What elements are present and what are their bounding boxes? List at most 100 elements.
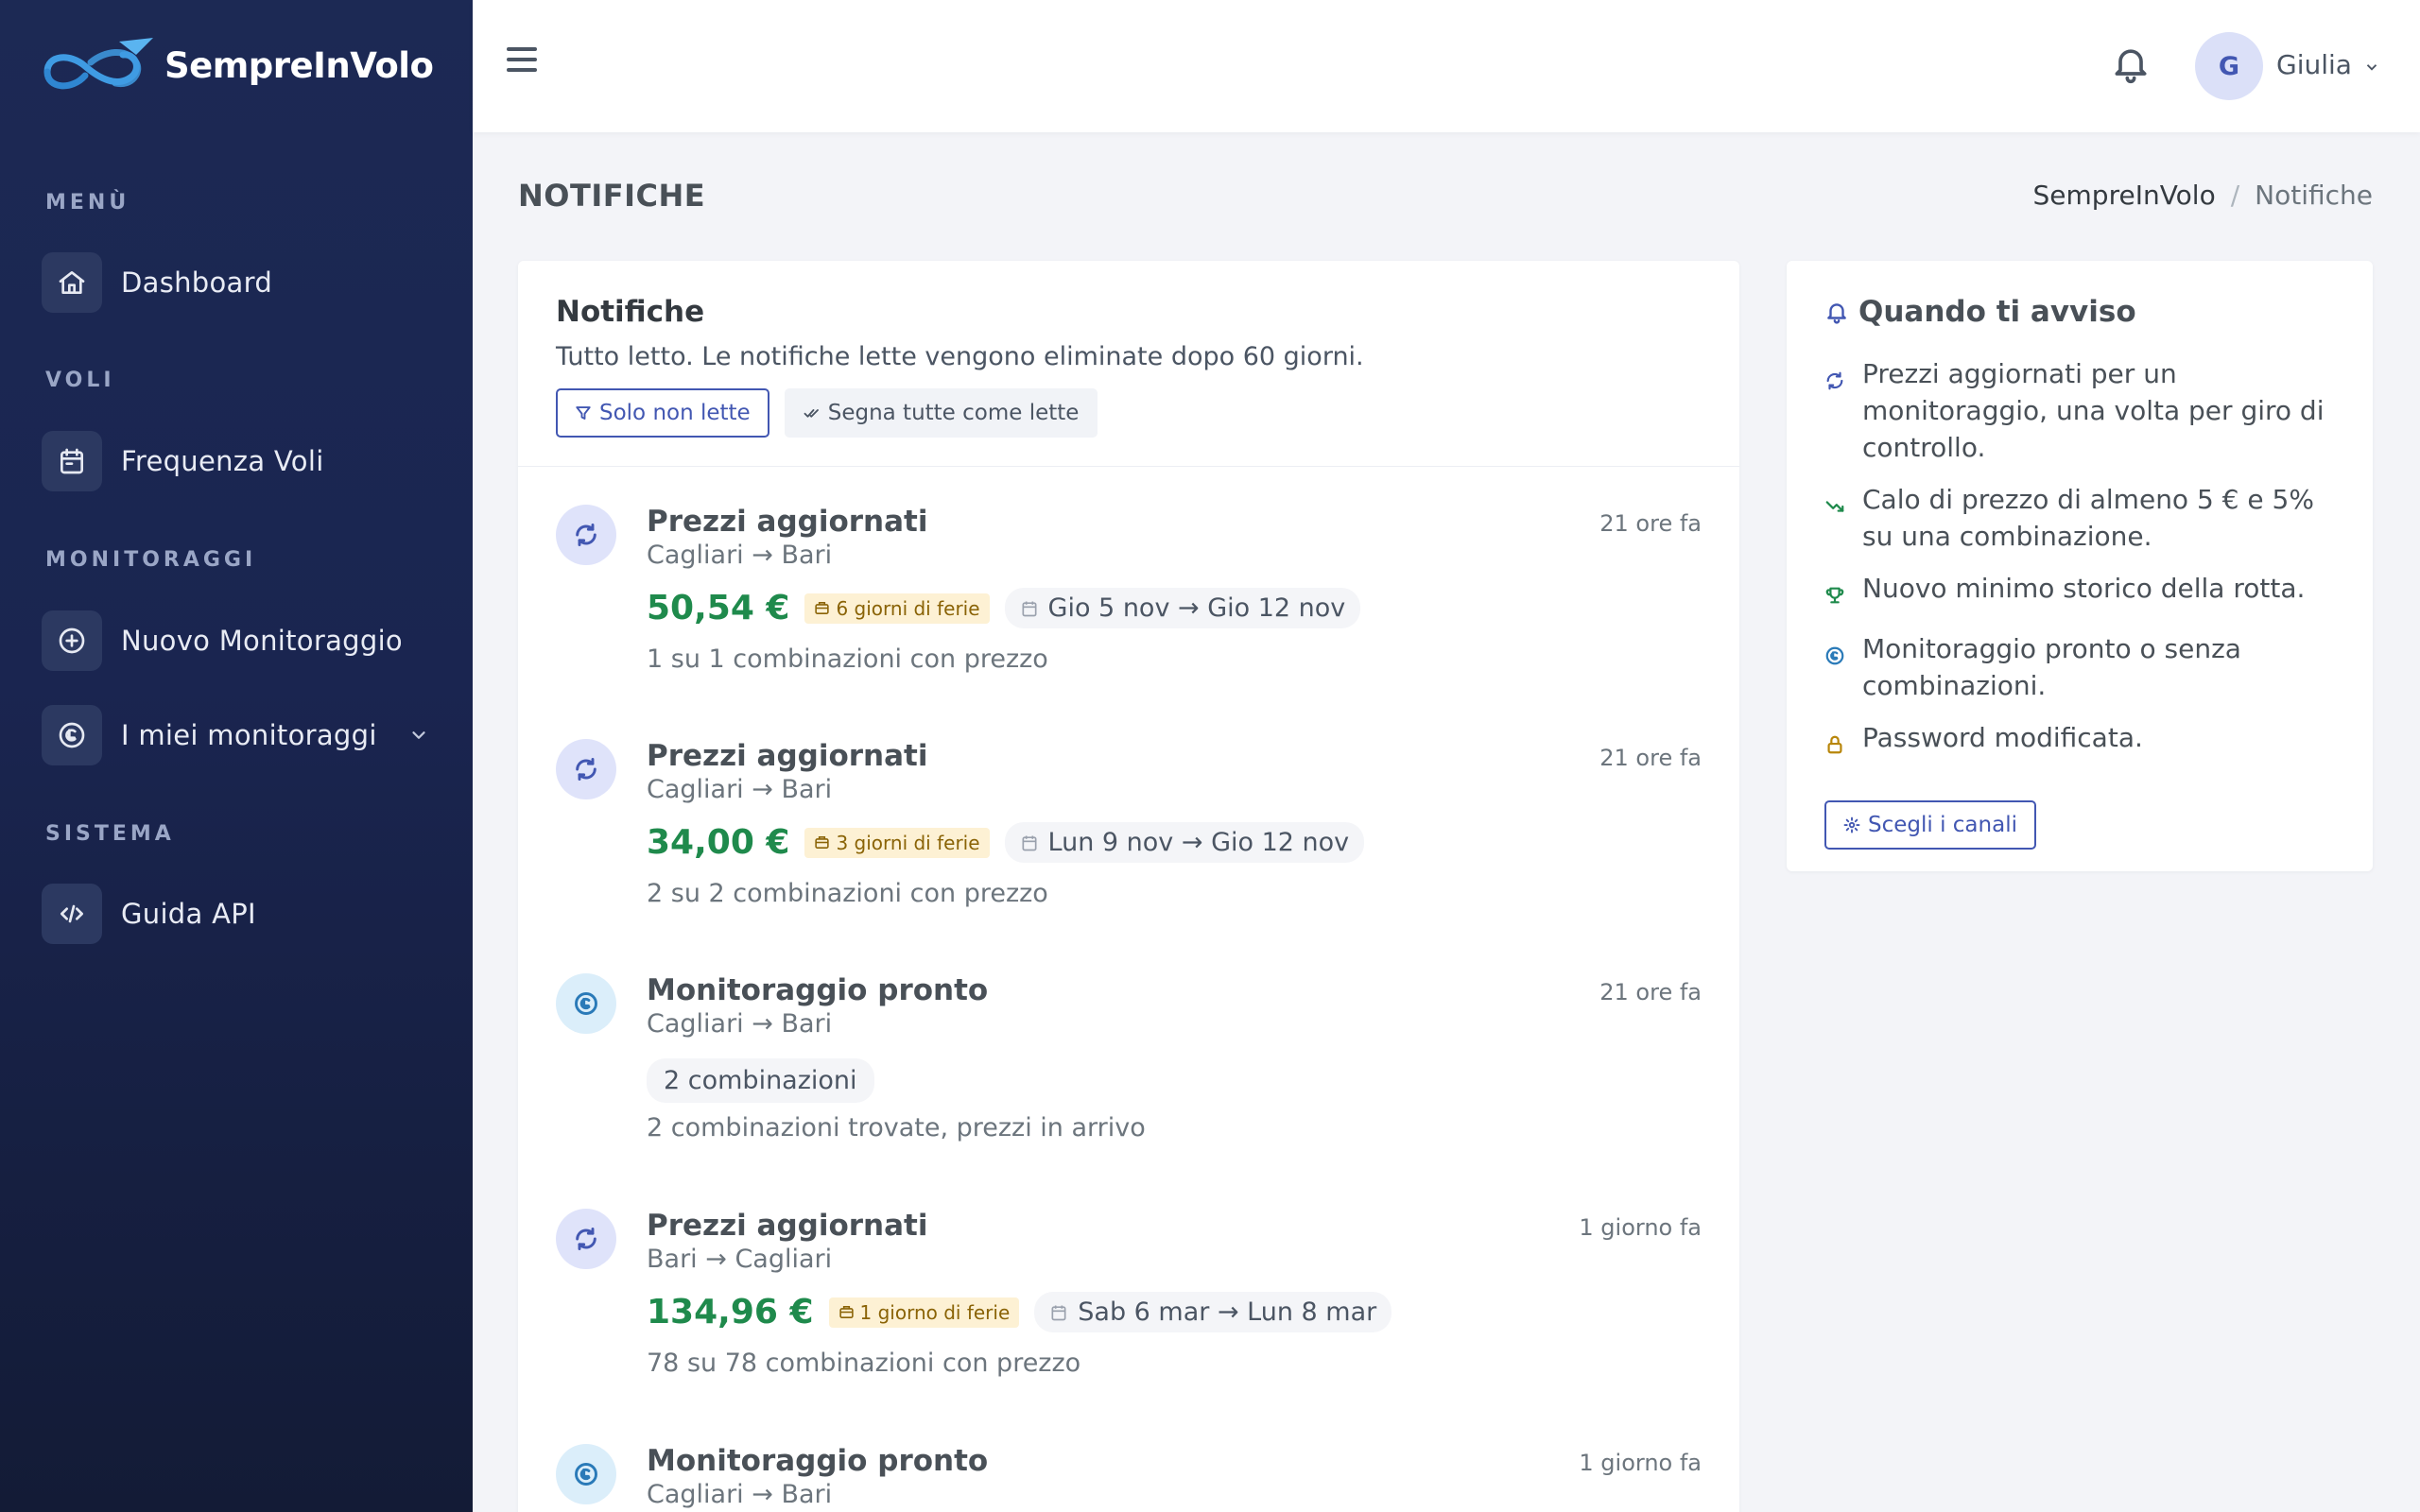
calendar-icon	[1051, 1305, 1066, 1320]
notification-time: 21 ore fa	[1599, 510, 1702, 537]
calendar-icon	[42, 431, 102, 491]
bell-icon	[1827, 303, 1846, 324]
sidebar-item-guida-api[interactable]: Guida API	[42, 883, 429, 945]
notification-price: 34,00 €	[647, 823, 790, 862]
notifications-card-header: Notifiche Tutto letto. Le notifiche lett…	[518, 261, 1739, 467]
date-range-pill: Sab 6 mar → Lun 8 mar	[1034, 1292, 1392, 1332]
alert-rule-text: Password modificata.	[1862, 722, 2143, 753]
notification-title: Monitoraggio pronto	[647, 973, 989, 1007]
monitor-icon	[1824, 630, 1845, 704]
sidebar-item-nuovo-monitoraggio[interactable]: Nuovo Monitoraggio	[42, 610, 429, 672]
lock-icon	[1824, 719, 1845, 765]
filter-unread-button[interactable]: Solo non lette	[556, 388, 769, 438]
monitor-icon	[556, 973, 616, 1034]
combinations-pill: 2 combinazioni	[647, 1058, 874, 1103]
alert-rule-text: Monitoraggio pronto o senza combinazioni…	[1862, 633, 2241, 701]
nav-section-voli: VOLI	[45, 369, 115, 392]
alert-rule-text: Calo di prezzo di almeno 5 € e 5% su una…	[1862, 484, 2314, 552]
date-range-label: Sab 6 mar → Lun 8 mar	[1078, 1297, 1377, 1327]
hamburger-menu-icon[interactable]	[507, 47, 537, 76]
alert-rule-item: Calo di prezzo di almeno 5 € e 5% su una…	[1824, 481, 2335, 555]
briefcase-icon	[815, 836, 830, 849]
choose-channels-label: Scegli i canali	[1868, 813, 2017, 837]
notification-route: Cagliari → Bari	[647, 1009, 833, 1039]
refresh-icon	[1824, 355, 1845, 466]
home-icon	[42, 252, 102, 313]
briefcase-icon	[815, 602, 830, 614]
alert-rule-text: Nuovo minimo storico della rotta.	[1862, 573, 2306, 604]
sidebar-item-miei-monitoraggi[interactable]: I miei monitoraggi	[42, 704, 429, 766]
filter-unread-label: Solo non lette	[599, 401, 751, 425]
ferie-badge: 3 giorni di ferie	[804, 827, 990, 858]
chevron-down-icon[interactable]	[2363, 59, 2380, 76]
chevron-down-icon[interactable]	[408, 725, 429, 746]
nav-section-menu: MENÙ	[45, 191, 130, 215]
ferie-badge-label: 3 giorni di ferie	[836, 831, 980, 854]
notification-title: Prezzi aggiornati	[647, 1209, 928, 1243]
mark-all-read-button[interactable]: Segna tutte come lette	[784, 388, 1098, 438]
alert-rule-item: Prezzi aggiornati per un monitoraggio, u…	[1824, 355, 2335, 466]
infinity-plane-logo-icon	[43, 38, 153, 90]
nav-section-sistema: SISTEMA	[45, 822, 175, 846]
date-range-label: Gio 5 nov → Gio 12 nov	[1047, 593, 1346, 623]
nav-section-monitoraggi: MONITORAGGI	[45, 548, 257, 572]
alert-rule-text: Prezzi aggiornati per un monitoraggio, u…	[1862, 358, 2325, 463]
bell-icon[interactable]	[2110, 42, 2152, 85]
card-title: Notifiche	[556, 295, 705, 329]
topbar: G Giulia	[473, 0, 2420, 132]
choose-channels-button[interactable]: Scegli i canali	[1824, 800, 2036, 850]
trend-down-icon	[1824, 481, 1845, 555]
notification-time: 21 ore fa	[1599, 979, 1702, 1005]
notification-time: 21 ore fa	[1599, 745, 1702, 771]
refresh-icon	[556, 739, 616, 799]
sidebar-item-dashboard[interactable]: Dashboard	[42, 251, 429, 314]
card-subtitle: Tutto letto. Le notifiche lette vengono …	[556, 342, 1364, 371]
avatar[interactable]: G	[2195, 32, 2263, 100]
sidebar-item-label: Nuovo Monitoraggio	[121, 625, 403, 657]
notifications-card: Notifiche Tutto letto. Le notifiche lett…	[518, 261, 1739, 1512]
ferie-badge-label: 1 giorno di ferie	[859, 1300, 1011, 1324]
notification-route: Cagliari → Bari	[647, 541, 833, 570]
date-range-pill: Gio 5 nov → Gio 12 nov	[1004, 588, 1361, 628]
ferie-badge: 6 giorni di ferie	[804, 593, 990, 624]
notification-title: Prezzi aggiornati	[647, 505, 928, 539]
trophy-icon	[1824, 570, 1845, 615]
page-title: NOTIFICHE	[518, 178, 706, 214]
notification-price: 134,96 €	[647, 1293, 814, 1332]
notification-description: 2 su 2 combinazioni con prezzo	[647, 879, 1048, 908]
calendar-icon	[1022, 601, 1037, 616]
notification-description: 1 su 1 combinazioni con prezzo	[647, 644, 1048, 674]
sidebar-item-frequenza-voli[interactable]: Frequenza Voli	[42, 430, 429, 492]
filter-icon	[576, 406, 591, 420]
notification-route: Cagliari → Bari	[647, 775, 833, 804]
notification-description: 78 su 78 combinazioni con prezzo	[647, 1349, 1081, 1378]
alert-rule-item: Nuovo minimo storico della rotta.	[1824, 570, 2335, 615]
notification-price: 50,54 €	[647, 589, 790, 627]
sidebar-item-label: Frequenza Voli	[121, 445, 324, 477]
alert-rule-item: Password modificata.	[1824, 719, 2335, 765]
notification-time: 1 giorno fa	[1579, 1450, 1702, 1476]
sidebar-item-label: I miei monitoraggi	[121, 719, 377, 751]
gear-icon	[1843, 816, 1860, 833]
brand-name: SempreInVolo	[164, 44, 434, 86]
monitor-icon	[42, 705, 102, 765]
code-icon	[42, 884, 102, 944]
ferie-badge: 1 giorno di ferie	[828, 1297, 1020, 1328]
side-card-title-text: Quando ti avviso	[1858, 295, 2136, 329]
notification-route: Cagliari → Bari	[647, 1480, 833, 1509]
monitor-icon	[556, 1444, 616, 1504]
date-range-pill: Lun 9 nov → Gio 12 nov	[1004, 822, 1365, 863]
side-card-title: Quando ti avviso	[1824, 295, 2335, 329]
mark-all-read-label: Segna tutte come lette	[827, 401, 1080, 425]
alert-rules-card: Quando ti avviso Prezzi aggiornati per u…	[1787, 261, 2373, 871]
date-range-label: Lun 9 nov → Gio 12 nov	[1047, 828, 1350, 857]
breadcrumb-home-link[interactable]: SempreInVolo	[2033, 180, 2216, 211]
briefcase-icon	[838, 1306, 854, 1318]
breadcrumb-separator: /	[2230, 180, 2240, 211]
alert-rule-item: Monitoraggio pronto o senza combinazioni…	[1824, 630, 2335, 704]
brand-logo[interactable]: SempreInVolo	[38, 32, 434, 98]
notification-time: 1 giorno fa	[1579, 1214, 1702, 1241]
notification-description: 2 combinazioni trovate, prezzi in arrivo	[647, 1113, 1146, 1143]
breadcrumb: SempreInVolo / Notifiche	[2033, 180, 2373, 211]
user-name[interactable]: Giulia	[2276, 49, 2352, 80]
